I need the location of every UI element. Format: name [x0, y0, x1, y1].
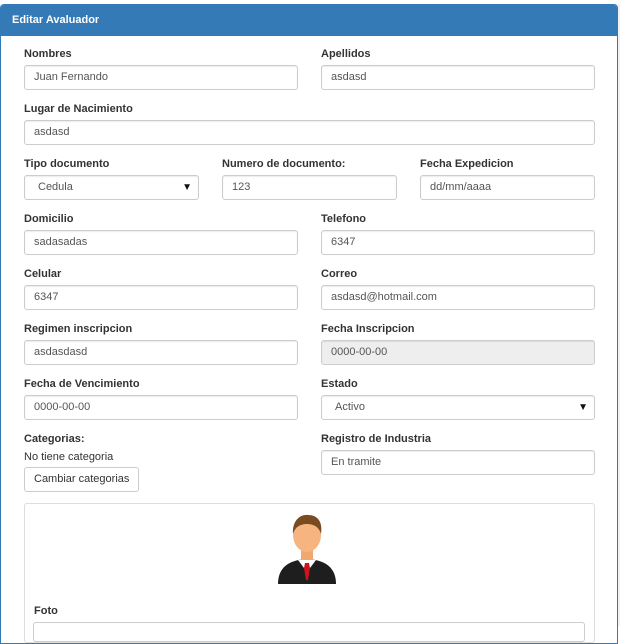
estado-select[interactable]: Activo ▼: [321, 395, 595, 420]
cambiar-categorias-button[interactable]: Cambiar categorias: [24, 467, 140, 492]
fecha-inscripcion-input: 0000-00-00: [321, 340, 595, 365]
regimen-label: Regimen inscripcion: [24, 323, 133, 335]
nombres-label: Nombres: [24, 48, 72, 60]
person-avatar-icon: [278, 514, 336, 584]
estado-value: Activo: [335, 401, 365, 413]
domicilio-label: Domicilio: [24, 213, 74, 225]
estado-label: Estado: [321, 378, 358, 390]
telefono-input[interactable]: 6347: [321, 230, 595, 255]
domicilio-input[interactable]: sadasadas: [24, 230, 298, 255]
nombres-input[interactable]: Juan Fernando: [24, 65, 298, 90]
registro-industria-label: Registro de Industria: [321, 433, 432, 445]
categorias-label: Categorias:: [24, 433, 85, 445]
tipo-documento-label: Tipo documento: [24, 158, 110, 170]
fecha-expedicion-label: Fecha Expedicion: [420, 158, 514, 170]
caret-down-icon: ▼: [578, 402, 588, 413]
scroll-edge: [618, 4, 620, 626]
fecha-vencimiento-label: Fecha de Vencimiento: [24, 378, 140, 390]
panel-title: Editar Avaluador: [1, 5, 617, 36]
telefono-label: Telefono: [321, 213, 367, 225]
fecha-inscripcion-label: Fecha Inscripcion: [321, 323, 415, 335]
correo-input[interactable]: asdasd@hotmail.com: [321, 285, 595, 310]
numero-documento-input[interactable]: 123: [222, 175, 397, 200]
numero-documento-label: Numero de documento:: [222, 158, 346, 170]
tipo-documento-select[interactable]: Cedula ▼: [24, 175, 199, 200]
fecha-expedicion-input[interactable]: dd/mm/aaaa: [420, 175, 595, 200]
apellidos-input[interactable]: asdasd: [321, 65, 595, 90]
registro-industria-input[interactable]: En tramite: [321, 450, 595, 475]
foto-file-input[interactable]: [33, 622, 585, 642]
regimen-input[interactable]: asdasdasd: [24, 340, 298, 365]
apellidos-label: Apellidos: [321, 48, 371, 60]
tipo-documento-value: Cedula: [38, 181, 73, 193]
lugar-nacimiento-label: Lugar de Nacimiento: [24, 103, 133, 115]
fecha-vencimiento-input[interactable]: 0000-00-00: [24, 395, 298, 420]
caret-down-icon: ▼: [182, 182, 192, 193]
lugar-nacimiento-input[interactable]: asdasd: [24, 120, 595, 145]
celular-input[interactable]: 6347: [24, 285, 298, 310]
celular-label: Celular: [24, 268, 62, 280]
categorias-text: No tiene categoria: [24, 451, 114, 463]
foto-label: Foto: [34, 605, 58, 617]
correo-label: Correo: [321, 268, 358, 280]
